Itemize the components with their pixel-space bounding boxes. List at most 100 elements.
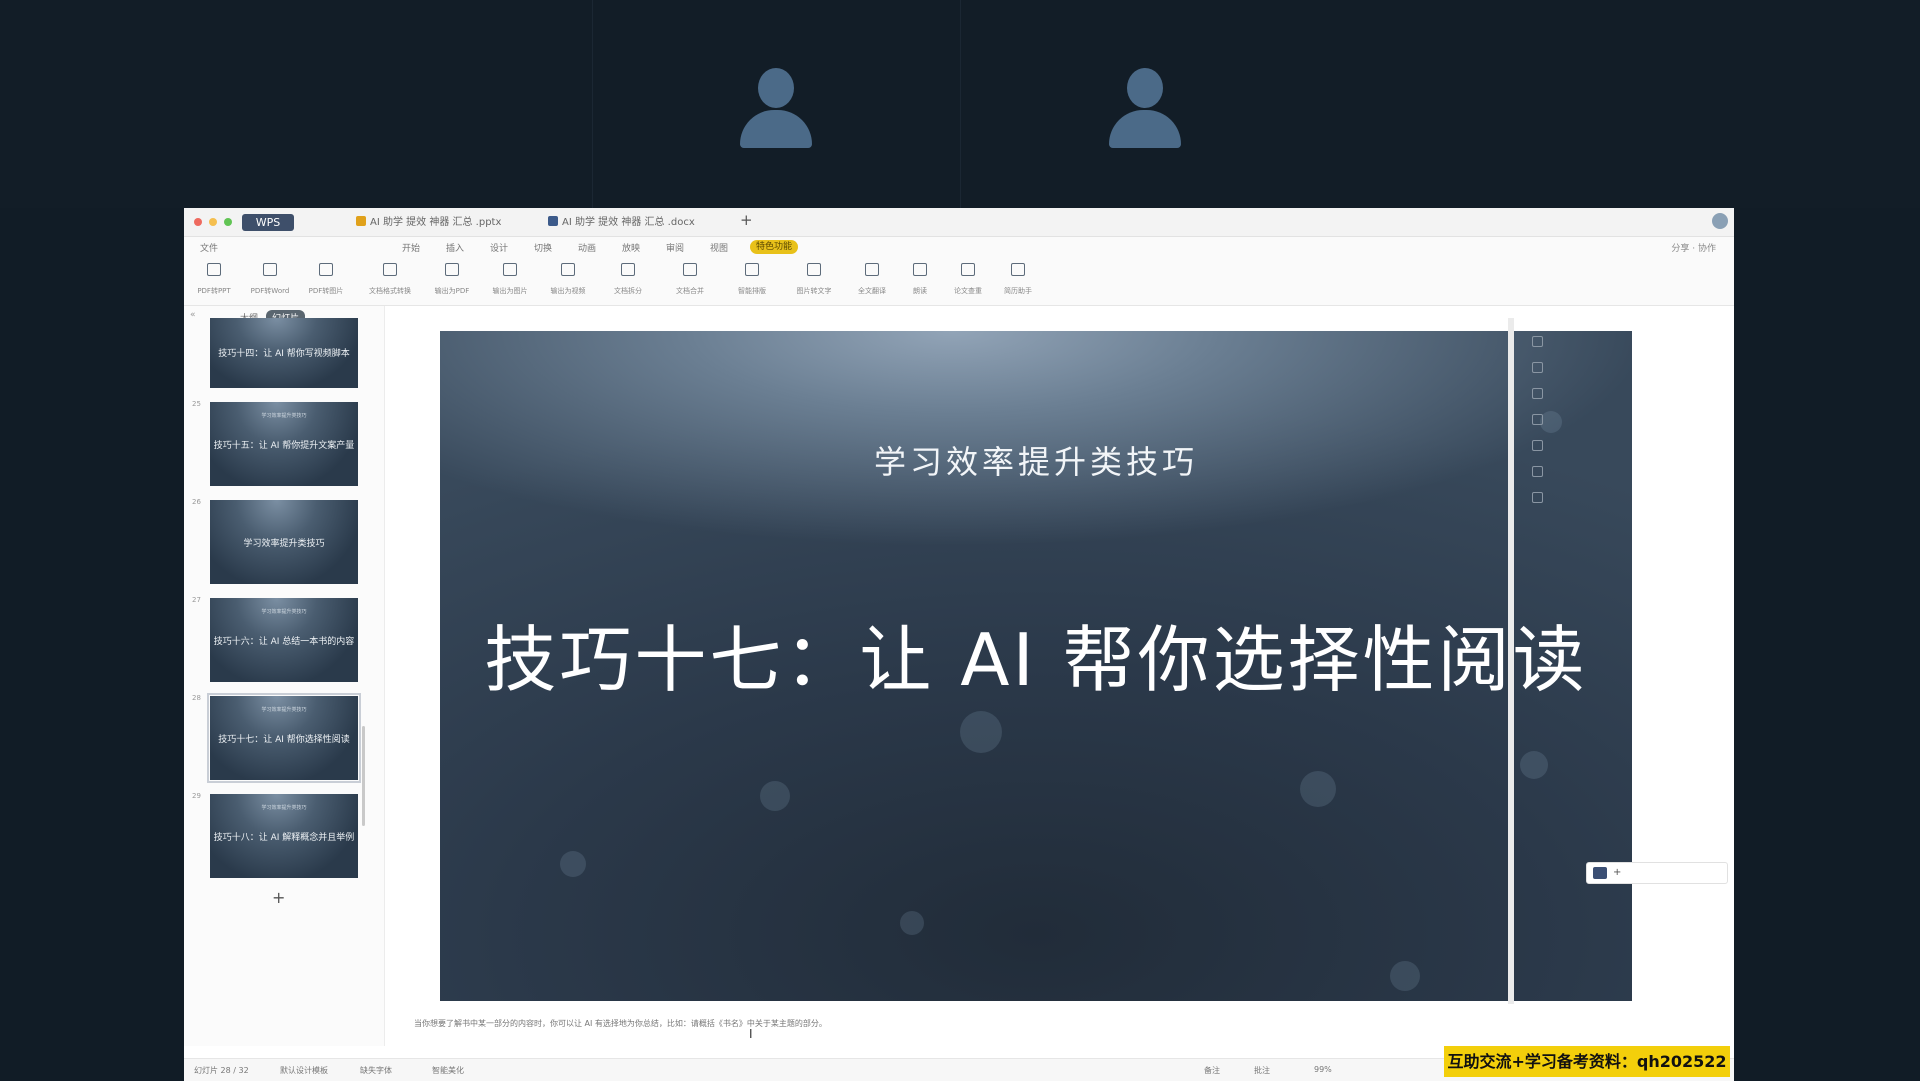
- bokeh-light: [1520, 751, 1548, 779]
- tool-icon: [561, 263, 575, 276]
- tool-export-video[interactable]: 输出为视频: [540, 261, 596, 301]
- upload-icon[interactable]: [1531, 362, 1543, 373]
- menu-file[interactable]: 文件: [200, 241, 218, 254]
- smart-beautify-button[interactable]: 智能美化: [432, 1065, 464, 1076]
- minimize-dot-icon[interactable]: [209, 218, 217, 226]
- tool-smart-layout[interactable]: 智能排版: [724, 261, 780, 301]
- theme-name[interactable]: 默认设计模板: [280, 1065, 328, 1076]
- zoom-level[interactable]: 99%: [1314, 1065, 1332, 1074]
- slide-thumbnail[interactable]: 学习效率提升类技巧 技巧十八：让 AI 解释概念并且举例: [210, 794, 358, 878]
- star-icon[interactable]: [1531, 466, 1543, 477]
- thumbnail-number: 25: [192, 400, 201, 408]
- filter-icon[interactable]: [1531, 336, 1543, 347]
- close-dot-icon[interactable]: [194, 218, 202, 226]
- collapse-panel-icon[interactable]: «: [190, 310, 196, 320]
- tool-merge[interactable]: 文档合并: [662, 261, 718, 301]
- tool-icon: [683, 263, 697, 276]
- new-tab-button[interactable]: +: [740, 211, 753, 229]
- tool-pdf-to-ppt[interactable]: PDF转PPT: [186, 261, 242, 301]
- canvas-scrollbar[interactable]: [1508, 318, 1514, 1004]
- tab-pptx[interactable]: AI 助学 提效 神器 汇总 .pptx: [356, 214, 501, 231]
- thumbnail-scrollbar[interactable]: [362, 726, 365, 826]
- tool-resume[interactable]: 简历助手: [990, 261, 1046, 301]
- thumbnail-title: 技巧十六：让 AI 总结一本书的内容: [213, 637, 355, 647]
- missing-font-button[interactable]: 缺失字体: [360, 1065, 392, 1076]
- comments-toggle[interactable]: 批注: [1254, 1065, 1270, 1076]
- tool-icon: [807, 263, 821, 276]
- wps-app-badge[interactable]: WPS: [242, 214, 294, 231]
- slide-thumbnail-panel: « 大纲幻灯片 技巧十四：让 AI 帮你写视频脚本 25 学习效率提升类技巧 技…: [184, 306, 385, 1046]
- animation-icon[interactable]: [1531, 440, 1543, 451]
- slide-thumbnail[interactable]: 学习效率提升类技巧 技巧十六：让 AI 总结一本书的内容: [210, 598, 358, 682]
- tile-divider: [960, 0, 961, 208]
- thumbnail-title: 技巧十八：让 AI 解释概念并且举例: [213, 833, 355, 843]
- add-slide-button[interactable]: +: [272, 888, 285, 1048]
- tool-icon: [913, 263, 927, 276]
- bokeh-light: [1390, 961, 1420, 991]
- menu-special-features[interactable]: 特色功能: [750, 240, 799, 254]
- current-slide[interactable]: 学习效率提升类技巧 技巧十七：让 AI 帮你选择性阅读: [440, 331, 1632, 1001]
- pptx-file-icon: [356, 216, 366, 226]
- shape-icon[interactable]: [1531, 388, 1543, 399]
- tool-export-pdf[interactable]: 输出为PDF: [424, 261, 480, 301]
- menu-slideshow[interactable]: 放映: [622, 241, 640, 254]
- tool-icon: [319, 263, 333, 276]
- backup-icon[interactable]: [1531, 492, 1543, 503]
- speaker-notes[interactable]: 当你想要了解书中某一部分的内容时，你可以让 AI 有选择地为你总结，比如：请概括…: [414, 1018, 827, 1029]
- thumbnail-subtitle: 学习效率提升类技巧: [261, 609, 307, 615]
- thumbnail-title: 学习效率提升类技巧: [243, 539, 325, 549]
- share-collab[interactable]: 分享 · 协作: [1671, 241, 1716, 254]
- participant-avatar-icon[interactable]: [1105, 68, 1185, 156]
- bokeh-light: [1300, 771, 1336, 807]
- slide-thumbnail-selected[interactable]: 学习效率提升类技巧 技巧十七：让 AI 帮你选择性阅读: [207, 693, 361, 783]
- tool-icon: [745, 263, 759, 276]
- tool-icon: [207, 263, 221, 276]
- thumbnail-subtitle: 学习效率提升类技巧: [261, 805, 307, 811]
- menu-animation[interactable]: 动画: [578, 241, 596, 254]
- tool-pdf-to-word[interactable]: PDF转Word: [242, 261, 298, 301]
- bokeh-light: [900, 911, 924, 935]
- thumbnail-subtitle: 学习效率提升类技巧: [261, 707, 307, 713]
- add-icon[interactable]: +: [1613, 867, 1621, 878]
- tile-divider: [592, 0, 593, 208]
- tool-icon: [263, 263, 277, 276]
- tool-icon: [383, 263, 397, 276]
- slide-thumbnail[interactable]: 学习效率提升类技巧 技巧十五：让 AI 帮你提升文案产量: [210, 402, 358, 486]
- menu-design[interactable]: 设计: [490, 241, 508, 254]
- bokeh-light: [560, 851, 586, 877]
- menu-home[interactable]: 开始: [402, 241, 420, 254]
- tool-pdf-to-image[interactable]: PDF转图片: [298, 261, 354, 301]
- tool-format-convert[interactable]: 文档格式转换: [362, 261, 418, 301]
- image-icon[interactable]: [1531, 414, 1543, 425]
- thumbnail-number: 27: [192, 596, 201, 604]
- slide-title: 技巧十七：让 AI 帮你选择性阅读: [484, 618, 1588, 702]
- menu-review[interactable]: 审阅: [666, 241, 684, 254]
- toolbar: PDF转PPT PDF转Word PDF转图片 文档格式转换 输出为PDF 输出…: [184, 259, 1734, 306]
- tool-plagiarism-check[interactable]: 论文查重: [940, 261, 996, 301]
- menu-view[interactable]: 视图: [710, 241, 728, 254]
- menu-transition[interactable]: 切换: [534, 241, 552, 254]
- tool-icon: [621, 263, 635, 276]
- tool-icon: [503, 263, 517, 276]
- text-cursor-icon: I: [749, 1027, 753, 1041]
- tab-label: AI 助学 提效 神器 汇总 .pptx: [370, 217, 502, 228]
- floating-quick-toolbar[interactable]: +: [1586, 862, 1728, 884]
- slide-thumbnail[interactable]: 学习效率提升类技巧: [210, 500, 358, 584]
- thumbnail-title: 技巧十四：让 AI 帮你写视频脚本: [218, 349, 350, 359]
- user-avatar[interactable]: [1712, 213, 1728, 229]
- bokeh-light: [960, 711, 1002, 753]
- thumbnail-title: 技巧十五：让 AI 帮你提升文案产量: [213, 441, 355, 451]
- tool-split[interactable]: 文档拆分: [600, 261, 656, 301]
- tab-label: AI 助学 提效 神器 汇总 .docx: [562, 217, 695, 228]
- tab-docx[interactable]: AI 助学 提效 神器 汇总 .docx: [548, 214, 695, 231]
- tool-export-image[interactable]: 输出为图片: [482, 261, 538, 301]
- tool-image-to-text[interactable]: 图片转文字: [786, 261, 842, 301]
- notes-toggle[interactable]: 备注: [1204, 1065, 1220, 1076]
- slide-subtitle: 学习效率提升类技巧: [873, 443, 1198, 481]
- menu-insert[interactable]: 插入: [446, 241, 464, 254]
- thumbnail-number: 29: [192, 792, 201, 800]
- maximize-dot-icon[interactable]: [224, 218, 232, 226]
- thumbnail-number: 26: [192, 498, 201, 506]
- slide-thumbnail[interactable]: 技巧十四：让 AI 帮你写视频脚本: [210, 318, 358, 388]
- participant-avatar-icon[interactable]: [736, 68, 816, 156]
